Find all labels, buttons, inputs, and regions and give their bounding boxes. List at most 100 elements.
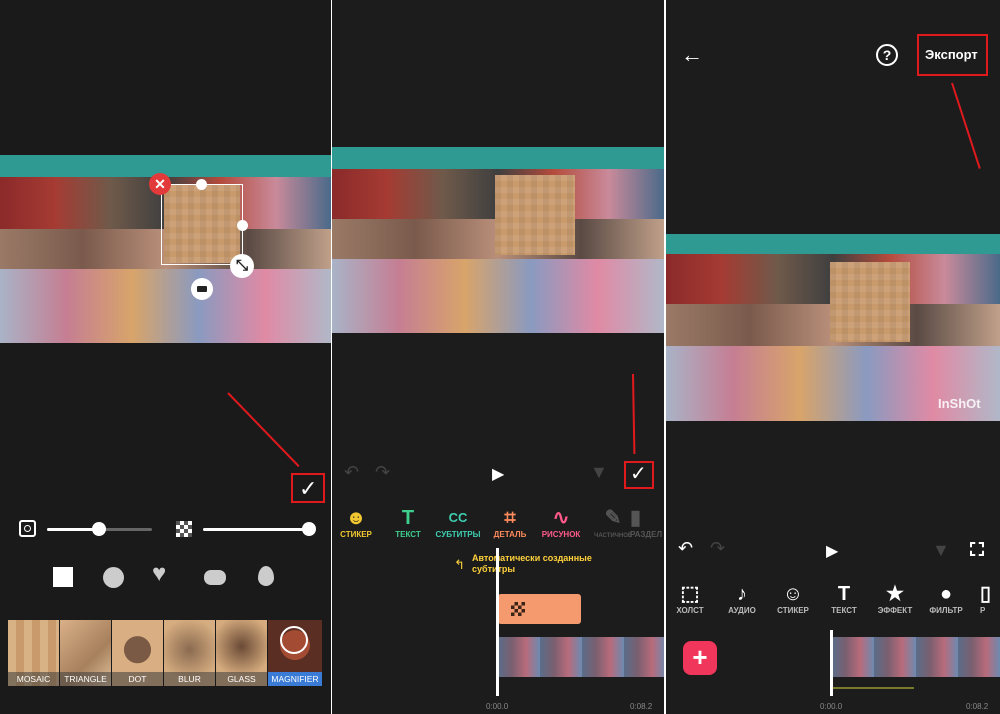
- delete-icon[interactable]: ✕: [149, 173, 171, 195]
- circle-shape-icon[interactable]: [103, 567, 124, 588]
- tool-sticker[interactable]: ☺ СТИКЕР: [765, 582, 821, 615]
- main-editor-panel: ← ? Экспорт InShOt ↶ ↷ ▶ ▼ ⬚ ХОЛСТ ♪ АУДИО…: [666, 0, 1000, 714]
- export-button[interactable]: Экспорт: [925, 47, 978, 62]
- magnifier-lens-icon: [280, 626, 308, 654]
- play-icon[interactable]: ▶: [492, 464, 504, 484]
- tool-label: РИСУНОК: [541, 530, 581, 539]
- playhead[interactable]: [496, 548, 499, 696]
- sticker-icon: ☻: [345, 507, 367, 529]
- tool-label: АУДИО: [728, 606, 756, 615]
- tool-sticker[interactable]: ☻ СТИКЕР: [332, 506, 384, 539]
- filter-blur[interactable]: BLUR: [164, 620, 215, 686]
- size-icon: [19, 520, 36, 537]
- mosaic-clip-icon: [511, 602, 525, 616]
- add-clip-button[interactable]: +: [683, 641, 717, 675]
- strength-slider-knob[interactable]: [302, 522, 316, 536]
- canvas-icon: ⬚: [680, 583, 700, 605]
- tool-label: ТЕКСТ: [831, 606, 857, 615]
- text-icon: T: [837, 583, 851, 605]
- text-icon: T: [401, 507, 415, 529]
- tool-audio[interactable]: ♪ АУДИО: [714, 582, 770, 615]
- tool-label: РАЗДЕЛ: [630, 530, 663, 539]
- smiley-icon: ☺: [782, 583, 804, 605]
- tool-label: ЭФФЕКТ: [877, 606, 913, 615]
- redo-icon[interactable]: ↷: [710, 538, 725, 559]
- handle-bottom-icon[interactable]: [191, 278, 213, 300]
- tooltip-arrow-icon: ↰: [454, 557, 465, 572]
- tool-label: СТИКЕР: [340, 530, 372, 539]
- tool-subtitles[interactable]: CC СУБТИТРЫ: [430, 506, 486, 539]
- time-start: 0:00.0: [486, 702, 509, 711]
- rounded-rect-shape-icon[interactable]: [204, 570, 226, 585]
- mosaic-blur-area: [495, 175, 575, 255]
- time-end: 0:08.2: [966, 702, 989, 711]
- filter-label: TRIANGLE: [60, 672, 111, 686]
- filter-glass[interactable]: GLASS: [216, 620, 267, 686]
- tool-label: ТЕКСТ: [395, 530, 421, 539]
- tool-text[interactable]: T ТЕКСТ: [380, 506, 436, 539]
- undo-icon[interactable]: ↶: [344, 462, 359, 483]
- split-icon: ▮: [630, 507, 642, 529]
- back-arrow-icon[interactable]: ←: [681, 42, 703, 68]
- playhead[interactable]: [830, 630, 833, 696]
- tool-label: ДЕТАЛЬ: [493, 530, 527, 539]
- annotation-arrow: [227, 392, 300, 468]
- undo-icon[interactable]: ↶: [678, 538, 693, 559]
- inshot-watermark: InShOt: [938, 396, 981, 411]
- mosaic-selection-frame[interactable]: [161, 184, 243, 265]
- tool-label: ХОЛСТ: [676, 606, 704, 615]
- filter-magnifier[interactable]: MAGNIFIER: [268, 620, 322, 686]
- keyframe-icon[interactable]: ▼: [932, 540, 950, 561]
- filter-icon: ●: [939, 583, 953, 605]
- tool-text[interactable]: T ТЕКСТ: [816, 582, 872, 615]
- audio-track-line: [832, 687, 914, 689]
- fullscreen-icon[interactable]: [970, 542, 984, 556]
- filter-triangle[interactable]: TRIANGLE: [60, 620, 111, 686]
- video-preview: InShOt: [666, 234, 1000, 421]
- filter-mosaic[interactable]: MOSAIC: [8, 620, 59, 686]
- keyframe-icon[interactable]: ▼: [590, 462, 608, 483]
- drawing-icon: ∿: [552, 507, 570, 529]
- filter-label: DOT: [112, 672, 163, 686]
- tool-detail[interactable]: ⌗ ДЕТАЛЬ: [482, 506, 538, 539]
- tool-more[interactable]: ▯ Р: [980, 582, 1000, 615]
- filter-label: MAGNIFIER: [268, 672, 322, 686]
- video-preview: [332, 147, 664, 333]
- annotation-arrow: [951, 82, 981, 169]
- tool-filter[interactable]: ● ФИЛЬТР: [918, 582, 974, 615]
- redo-icon[interactable]: ↷: [375, 462, 390, 483]
- filter-label: GLASS: [216, 672, 267, 686]
- confirm-check-icon[interactable]: ✓: [630, 464, 647, 484]
- handle-right-icon[interactable]: [237, 220, 248, 231]
- play-icon[interactable]: ▶: [826, 541, 838, 561]
- filter-label: MOSAIC: [8, 672, 59, 686]
- strength-slider-track[interactable]: [203, 528, 313, 531]
- drop-shape-icon[interactable]: [258, 566, 274, 586]
- tool-canvas[interactable]: ⬚ ХОЛСТ: [666, 582, 718, 615]
- filter-label: BLUR: [164, 672, 215, 686]
- strength-icon: [176, 521, 192, 537]
- size-slider-knob[interactable]: [92, 522, 106, 536]
- confirm-check-icon[interactable]: ✓: [299, 478, 317, 500]
- subtitle-clip[interactable]: [498, 594, 581, 624]
- video-clip-strip[interactable]: [498, 637, 664, 677]
- tool-effect[interactable]: ★ ЭФФЕКТ: [867, 582, 923, 615]
- filter-dot[interactable]: DOT: [112, 620, 163, 686]
- tool-label: СУБТИТРЫ: [435, 530, 481, 539]
- mosaic-blur-area: [830, 262, 910, 342]
- resize-icon[interactable]: ⤡: [230, 254, 254, 278]
- subtitle-editor-panel: ↶ ↷ ▶ ▼ ✓ ☻ СТИКЕР T ТЕКСТ CC СУБТИТРЫ ⌗ ДЕТ…: [332, 0, 664, 714]
- tool-split[interactable]: ▮ РАЗДЕЛ: [630, 506, 664, 539]
- more-icon: ▯: [980, 583, 992, 605]
- handle-top-icon[interactable]: [196, 179, 207, 190]
- time-end: 0:08.2: [630, 702, 653, 711]
- tool-label: ФИЛЬТР: [929, 606, 963, 615]
- tool-drawing[interactable]: ∿ РИСУНОК: [533, 506, 589, 539]
- video-clip-strip[interactable]: [832, 637, 1000, 677]
- tool-label: СТИКЕР: [777, 606, 809, 615]
- detail-icon: ⌗: [504, 507, 516, 529]
- square-shape-icon[interactable]: [53, 567, 73, 587]
- help-icon[interactable]: ?: [876, 44, 898, 66]
- heart-shape-icon[interactable]: ♥: [152, 562, 166, 586]
- tool-label: ЧАСТИЧНОЕ: [594, 533, 632, 539]
